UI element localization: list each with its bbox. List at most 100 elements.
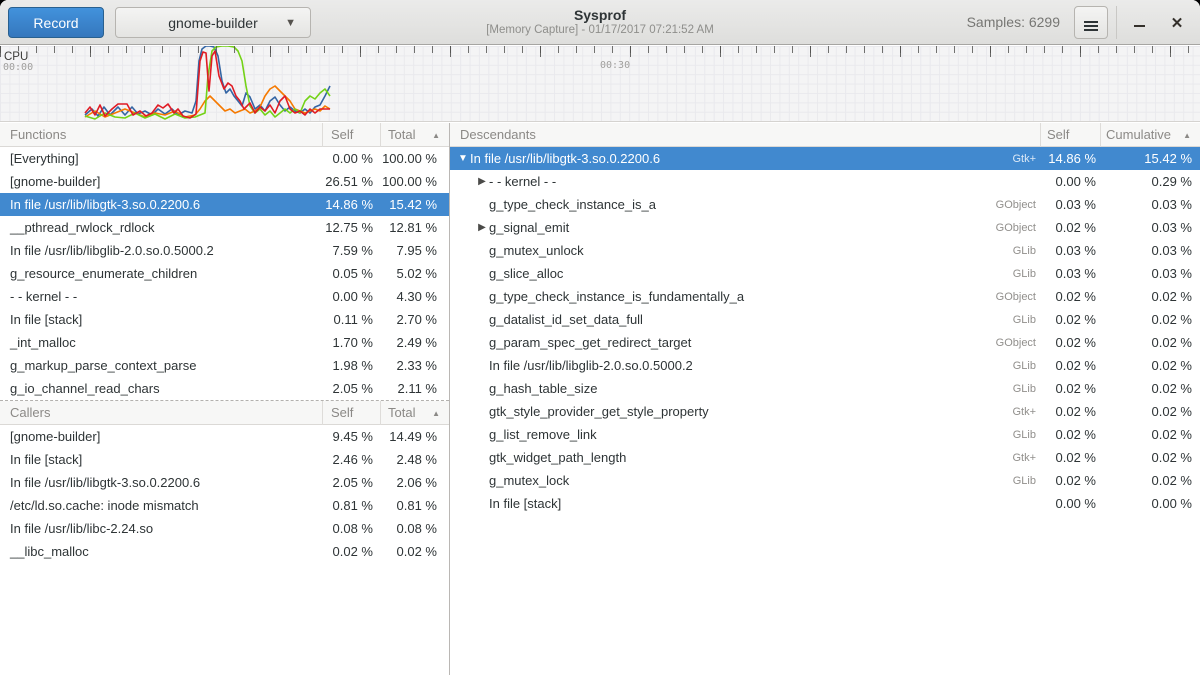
library-tag: Gtk+ [1012, 452, 1040, 464]
self-percent: 2.05 % [322, 475, 380, 490]
expander-open-icon[interactable]: ▼ [456, 153, 470, 164]
table-row[interactable]: __pthread_rwlock_rdlock12.75 %12.81 % [0, 216, 449, 239]
self-percent: 0.00 % [1040, 496, 1100, 511]
function-name: /etc/ld.so.cache: inode mismatch [0, 498, 322, 513]
library-tag: GLib [1013, 360, 1040, 372]
table-row[interactable]: In file [stack]2.46 %2.48 % [0, 448, 449, 471]
callers-column-header[interactable]: Callers [0, 401, 322, 425]
total-percent: 2.48 % [380, 452, 449, 467]
function-name: [gnome-builder] [0, 429, 322, 444]
self-percent: 0.81 % [322, 498, 380, 513]
functions-self-column-header[interactable]: Self [322, 123, 380, 147]
descendants-header: Descendants Self Cumulative ▲ [450, 123, 1200, 147]
total-percent: 100.00 % [380, 174, 449, 189]
cpu-graph-lines [0, 46, 1200, 122]
cumulative-percent: 0.02 % [1100, 335, 1200, 350]
library-tag: GLib [1013, 245, 1040, 257]
descendants-self-column-header[interactable]: Self [1040, 123, 1100, 147]
self-percent: 0.02 % [1040, 473, 1100, 488]
descendants-table: ▼In file /usr/lib/libgtk-3.so.0.2200.6Gt… [450, 147, 1200, 515]
table-row[interactable]: /etc/ld.so.cache: inode mismatch0.81 %0.… [0, 494, 449, 517]
tree-row[interactable]: g_mutex_lockGLib0.02 %0.02 % [450, 469, 1200, 492]
functions-total-column-header[interactable]: Total ▲ [380, 123, 449, 147]
self-percent: 2.05 % [322, 381, 380, 396]
tree-row[interactable]: gtk_widget_path_lengthGtk+0.02 %0.02 % [450, 446, 1200, 469]
library-tag: GLib [1013, 314, 1040, 326]
total-percent: 5.02 % [380, 266, 449, 281]
timeline-ruler-major-ticks [0, 46, 1200, 57]
process-selector-dropdown[interactable]: gnome-builder ▼ [115, 7, 311, 38]
tree-row[interactable]: g_slice_allocGLib0.03 %0.03 % [450, 262, 1200, 285]
expander-closed-icon[interactable]: ▶ [475, 222, 489, 233]
descendant-name: g_hash_table_size [489, 381, 597, 396]
total-percent: 0.08 % [380, 521, 449, 536]
sort-ascending-icon: ▲ [432, 124, 440, 147]
self-percent: 0.02 % [1040, 358, 1100, 373]
menu-button[interactable] [1074, 6, 1108, 39]
tree-row[interactable]: gtk_style_provider_get_style_propertyGtk… [450, 400, 1200, 423]
table-row[interactable]: g_markup_parse_context_parse1.98 %2.33 % [0, 354, 449, 377]
table-row[interactable]: In file /usr/lib/libglib-2.0.so.0.5000.2… [0, 239, 449, 262]
table-row[interactable]: g_resource_enumerate_children0.05 %5.02 … [0, 262, 449, 285]
functions-header: Functions Self Total ▲ [0, 123, 449, 147]
process-selector-label: gnome-builder [168, 15, 258, 31]
table-row[interactable]: In file /usr/lib/libgtk-3.so.0.2200.614.… [0, 193, 449, 216]
descendants-cumulative-column-header[interactable]: Cumulative ▲ [1100, 123, 1200, 147]
sysprof-window: Record gnome-builder ▼ Sysprof [Memory C… [0, 0, 1200, 675]
table-row[interactable]: g_io_channel_read_chars2.05 %2.11 % [0, 377, 449, 400]
self-percent: 9.45 % [322, 429, 380, 444]
tree-row[interactable]: g_hash_table_sizeGLib0.02 %0.02 % [450, 377, 1200, 400]
table-row[interactable]: In file /usr/lib/libgtk-3.so.0.2200.62.0… [0, 471, 449, 494]
tree-name-cell: g_param_spec_get_redirect_targetGObject [450, 335, 1040, 350]
minimize-icon [1134, 25, 1145, 27]
tree-name-cell: In file /usr/lib/libglib-2.0.so.0.5000.2… [450, 358, 1040, 373]
function-name: __libc_malloc [0, 544, 322, 559]
table-row[interactable]: _int_malloc1.70 %2.49 % [0, 331, 449, 354]
callers-total-column-header[interactable]: Total ▲ [380, 401, 449, 425]
cumulative-percent: 0.02 % [1100, 427, 1200, 442]
expander-closed-icon[interactable]: ▶ [475, 176, 489, 187]
total-percent: 2.33 % [380, 358, 449, 373]
table-row[interactable]: In file /usr/lib/libc-2.24.so0.08 %0.08 … [0, 517, 449, 540]
table-row[interactable]: [gnome-builder]26.51 %100.00 % [0, 170, 449, 193]
function-name: In file /usr/lib/libglib-2.0.so.0.5000.2 [0, 243, 322, 258]
cumulative-percent: 0.02 % [1100, 312, 1200, 327]
tree-name-cell: In file [stack] [450, 496, 1040, 511]
table-row[interactable]: - - kernel - -0.00 %4.30 % [0, 285, 449, 308]
self-percent: 0.08 % [322, 521, 380, 536]
minimize-button[interactable] [1122, 0, 1156, 45]
descendant-name: gtk_style_provider_get_style_property [489, 404, 709, 419]
tree-row[interactable]: ▶g_signal_emitGObject0.02 %0.03 % [450, 216, 1200, 239]
table-row[interactable]: [gnome-builder]9.45 %14.49 % [0, 425, 449, 448]
descendants-column-header[interactable]: Descendants [450, 123, 1040, 147]
main-area: Functions Self Total ▲ [Everything]0.00 … [0, 123, 1200, 675]
tree-row[interactable]: In file [stack]0.00 %0.00 % [450, 492, 1200, 515]
tree-row[interactable]: g_param_spec_get_redirect_targetGObject 0… [450, 331, 1200, 354]
table-row[interactable]: In file [stack]0.11 %2.70 % [0, 308, 449, 331]
self-percent: 0.11 % [322, 312, 380, 327]
table-row[interactable]: [Everything]0.00 %100.00 % [0, 147, 449, 170]
tree-row[interactable]: g_datalist_id_set_data_fullGLib0.02 %0.0… [450, 308, 1200, 331]
tree-row[interactable]: g_type_check_instance_is_aGObject0.03 %0… [450, 193, 1200, 216]
cpu-graph[interactable]: CPU 00:00 00:30 [0, 46, 1200, 122]
tree-row[interactable]: g_mutex_unlockGLib0.03 %0.03 % [450, 239, 1200, 262]
self-percent: 1.70 % [322, 335, 380, 350]
close-button[interactable]: ✕ [1160, 0, 1194, 45]
table-row[interactable]: __libc_malloc0.02 %0.02 % [0, 540, 449, 563]
total-percent: 14.49 % [380, 429, 449, 444]
tree-row[interactable]: In file /usr/lib/libglib-2.0.so.0.5000.2… [450, 354, 1200, 377]
descendant-name: g_mutex_lock [489, 473, 569, 488]
cumulative-percent: 0.03 % [1100, 197, 1200, 212]
self-percent: 0.02 % [1040, 220, 1100, 235]
tree-row[interactable]: g_type_check_instance_is_fundamentally_a… [450, 285, 1200, 308]
tree-row[interactable]: g_list_remove_linkGLib0.02 %0.02 % [450, 423, 1200, 446]
callers-self-column-header[interactable]: Self [322, 401, 380, 425]
total-percent: 7.95 % [380, 243, 449, 258]
time-label-mid: 00:30 [600, 60, 630, 71]
record-button[interactable]: Record [8, 7, 104, 38]
functions-column-header[interactable]: Functions [0, 123, 322, 147]
tree-row[interactable]: ▼In file /usr/lib/libgtk-3.so.0.2200.6Gt… [450, 147, 1200, 170]
cumulative-percent: 0.02 % [1100, 381, 1200, 396]
time-label-start: 00:00 [3, 62, 33, 73]
tree-row[interactable]: ▶- - kernel - -0.00 %0.29 % [450, 170, 1200, 193]
